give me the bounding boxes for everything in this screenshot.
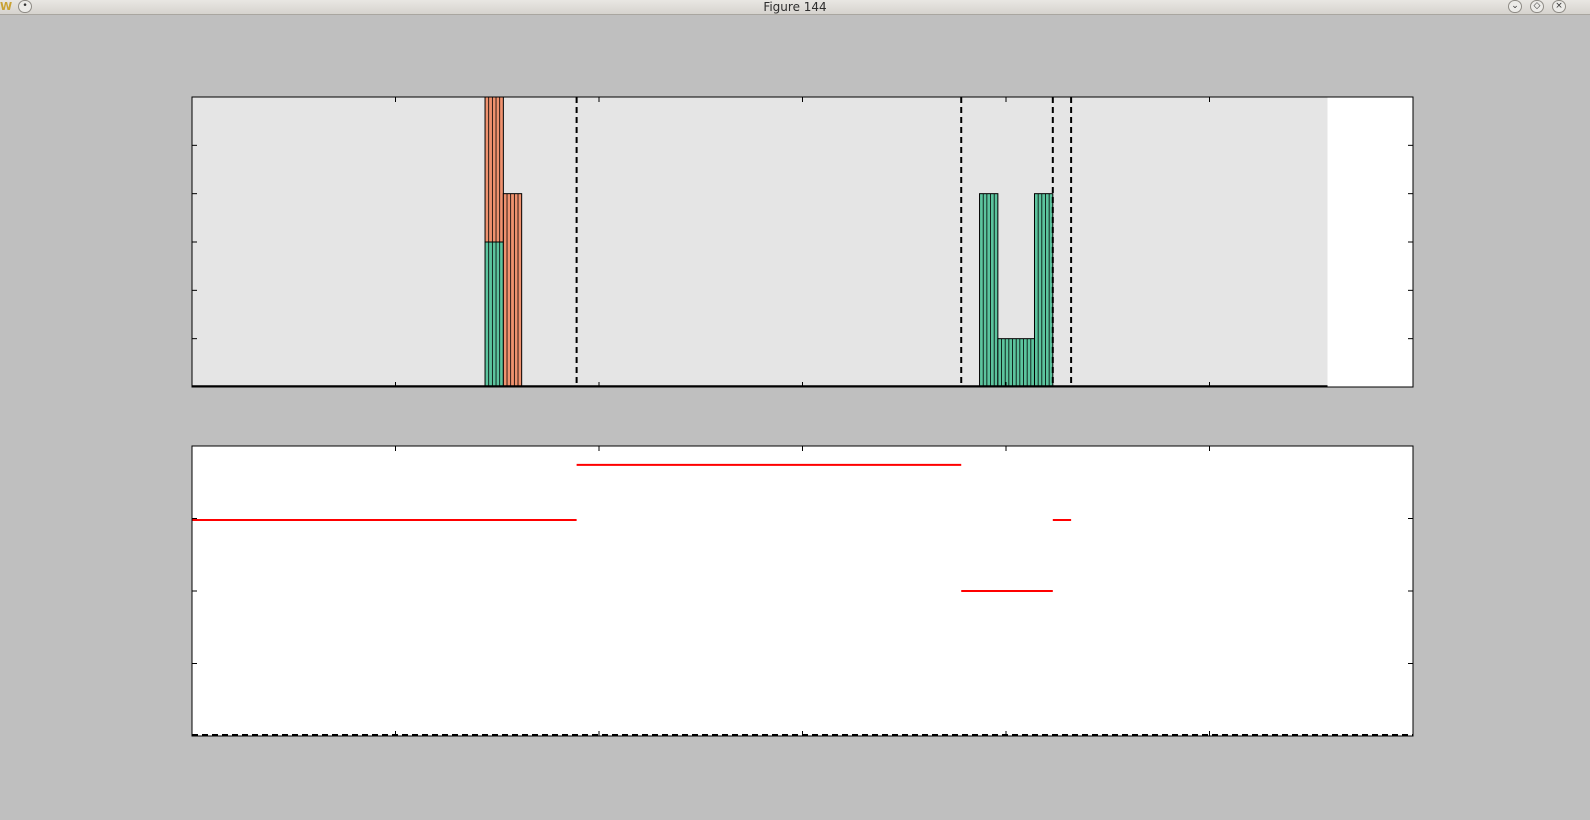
histogram-bar: [484, 96, 504, 243]
figure-canvas: [191, 96, 1414, 737]
window-titlebar: W • Figure 144 ⌄ ◇ ×: [0, 0, 1590, 15]
window-title: Figure 144: [763, 0, 827, 14]
shaded-region: [192, 97, 1328, 387]
histogram-bar: [484, 241, 504, 388]
line-axes: [191, 445, 1414, 737]
histogram-bar: [979, 193, 999, 388]
maximize-button[interactable]: ◇: [1530, 0, 1544, 13]
minimize-button[interactable]: ⌄: [1508, 0, 1522, 13]
histogram-bar: [1033, 193, 1054, 388]
histogram-bar: [502, 193, 523, 388]
histogram-axes: [191, 96, 1414, 388]
close-button[interactable]: ×: [1552, 0, 1566, 13]
axes-background: [192, 446, 1413, 736]
